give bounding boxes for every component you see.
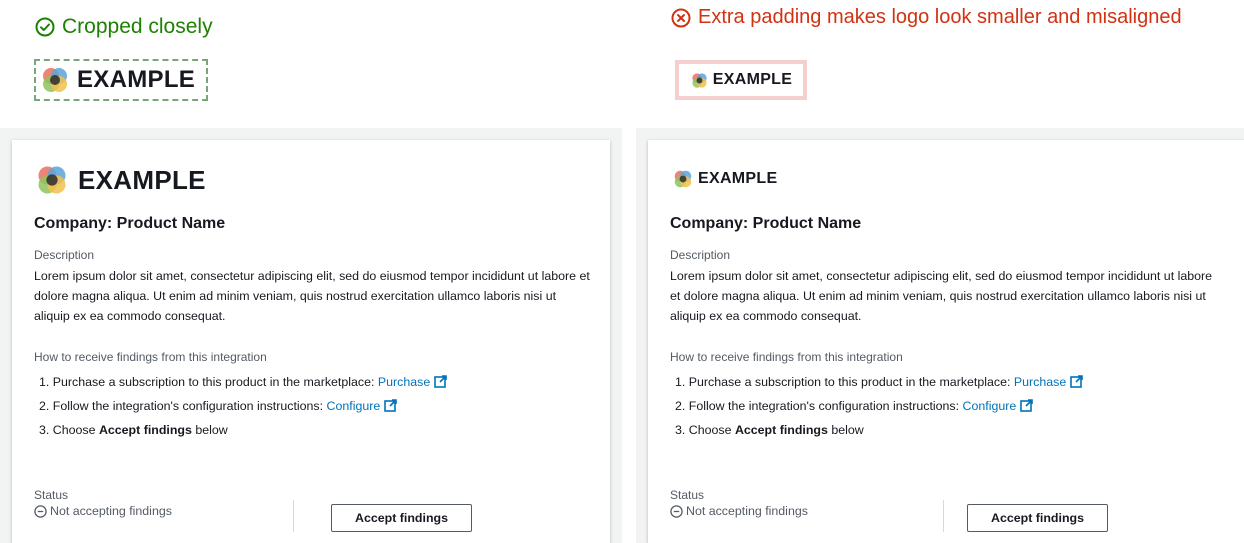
verdict-bad-label: Extra padding makes logo look smaller an… <box>698 6 1182 28</box>
logo-sample-padded: EXAMPLE <box>675 60 807 100</box>
list-item: 1. Purchase a subscription to this produ… <box>34 370 590 394</box>
list-item: 3. Choose Accept findings below <box>675 423 864 437</box>
extra-padding-verdict: Extra padding makes logo look smaller an… <box>671 6 1182 29</box>
check-circle-icon <box>35 17 55 37</box>
divider <box>293 500 294 532</box>
minus-circle-icon <box>670 504 683 518</box>
overlapping-circles-logo-icon <box>38 166 66 194</box>
steps-label: How to receive findings from this integr… <box>34 350 267 364</box>
steps-label: How to receive findings from this integr… <box>670 350 903 364</box>
card-logo: EXAMPLE <box>34 162 590 198</box>
description-text: Lorem ipsum dolor sit amet, consectetur … <box>670 269 1213 323</box>
external-link-icon[interactable] <box>434 375 448 388</box>
product-name: Company: Product Name <box>670 215 862 232</box>
example-card-panel-padded: EXAMPLE Company: Product Name Descriptio… <box>636 128 1244 543</box>
x-circle-icon <box>671 8 691 27</box>
product-name: Company: Product Name <box>34 215 226 232</box>
accept-findings-button[interactable]: Accept findings <box>967 504 1108 532</box>
integration-card: EXAMPLE Company: Product Name Descriptio… <box>648 140 1244 543</box>
description-label: Description <box>670 248 731 262</box>
list-item: 3. Choose Accept findings below <box>39 423 228 437</box>
overlapping-circles-logo-icon <box>692 72 707 88</box>
example-card-panel-cropped: EXAMPLE Company: Product Name Descriptio… <box>0 128 622 543</box>
overlapping-circles-logo-icon <box>43 68 67 92</box>
purchase-link[interactable]: Purchase <box>378 375 430 389</box>
integration-card: EXAMPLE Company: Product Name Descriptio… <box>12 140 610 543</box>
logo-sample-cropped: EXAMPLE <box>34 59 208 101</box>
minus-circle-icon <box>34 504 47 518</box>
divider <box>943 500 944 532</box>
description-label: Description <box>34 248 95 262</box>
card-logo: EXAMPLE <box>670 162 1224 196</box>
status-value: Not accepting findings <box>670 504 808 518</box>
logo-wordmark: EXAMPLE <box>78 164 206 195</box>
verdict-good-label: Cropped closely <box>62 15 213 38</box>
cropped-closely-verdict: Cropped closely <box>35 15 213 39</box>
status-label: Status <box>670 488 705 502</box>
configure-link[interactable]: Configure <box>963 399 1017 413</box>
external-link-icon[interactable] <box>1020 399 1034 412</box>
status-value: Not accepting findings <box>34 504 172 518</box>
status-label: Status <box>34 488 69 502</box>
purchase-link[interactable]: Purchase <box>1014 375 1066 389</box>
overlapping-circles-logo-icon <box>674 170 692 188</box>
list-item: 1. Purchase a subscription to this produ… <box>670 370 1224 394</box>
logo-wordmark: EXAMPLE <box>698 170 778 187</box>
steps-list: 1. Purchase a subscription to this produ… <box>34 370 590 442</box>
accept-findings-button[interactable]: Accept findings <box>331 504 472 532</box>
external-link-icon[interactable] <box>384 399 398 412</box>
list-item: 2. Follow the integration's configuratio… <box>34 394 590 418</box>
external-link-icon[interactable] <box>1070 375 1084 388</box>
steps-list: 1. Purchase a subscription to this produ… <box>670 370 1224 442</box>
list-item: 2. Follow the integration's configuratio… <box>670 394 1224 418</box>
configure-link[interactable]: Configure <box>327 399 381 413</box>
description-text: Lorem ipsum dolor sit amet, consectetur … <box>34 269 590 323</box>
logo-wordmark: EXAMPLE <box>712 71 793 88</box>
logo-wordmark: EXAMPLE <box>77 66 196 93</box>
